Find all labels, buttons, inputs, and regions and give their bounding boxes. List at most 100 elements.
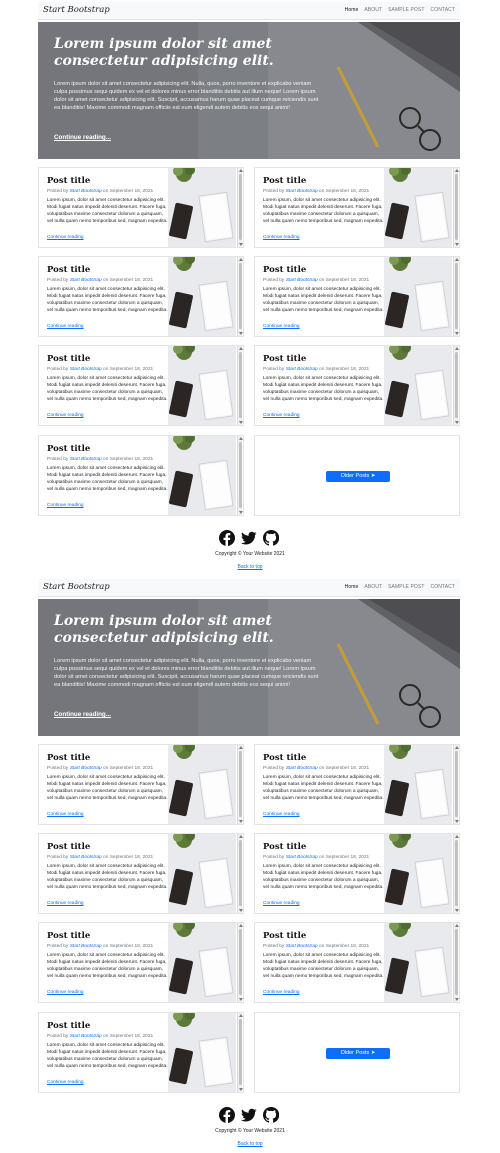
scroll-up-arrow-icon[interactable] (238, 258, 243, 261)
twitter-icon[interactable] (241, 1107, 257, 1123)
scrollbar-thumb[interactable] (238, 442, 242, 508)
post-continue-link[interactable]: Continue reading (47, 503, 84, 508)
scroll-up-arrow-icon[interactable] (238, 924, 243, 927)
post-continue-link[interactable]: Continue reading (263, 901, 300, 906)
navbar-brand[interactable]: Start Bootstrap (43, 5, 110, 15)
twitter-icon[interactable] (241, 530, 257, 546)
scrollbar-thumb[interactable] (238, 263, 242, 329)
card-scrollbar[interactable] (237, 257, 243, 336)
scroll-up-arrow-icon[interactable] (238, 835, 243, 838)
post-thumbnail[interactable] (384, 168, 452, 247)
scroll-up-arrow-icon[interactable] (238, 746, 243, 749)
post-thumbnail[interactable] (168, 923, 236, 1002)
card-scrollbar[interactable] (237, 923, 243, 1002)
card-scrollbar[interactable] (453, 745, 459, 824)
card-scrollbar[interactable] (237, 834, 243, 913)
post-continue-link[interactable]: Continue reading (263, 413, 300, 418)
post-title[interactable]: Post title (263, 176, 385, 187)
post-continue-link[interactable]: Continue reading (47, 413, 84, 418)
scrollbar-thumb[interactable] (454, 929, 458, 995)
post-thumbnail[interactable] (168, 346, 236, 425)
github-icon[interactable] (263, 530, 279, 546)
scrollbar-thumb[interactable] (238, 929, 242, 995)
post-title[interactable]: Post title (263, 265, 385, 276)
post-author-link[interactable]: Start Bootstrap (286, 367, 318, 372)
scrollbar-thumb[interactable] (454, 263, 458, 329)
post-thumbnail[interactable] (168, 1013, 236, 1092)
post-continue-link[interactable]: Continue reading (47, 901, 84, 906)
scrollbar-thumb[interactable] (238, 352, 242, 418)
hero-continue-link[interactable]: Continue reading... (54, 134, 111, 141)
scroll-up-arrow-icon[interactable] (454, 169, 459, 172)
hero-continue-link[interactable]: Continue reading... (54, 711, 111, 718)
post-author-link[interactable]: Start Bootstrap (70, 367, 102, 372)
post-title[interactable]: Post title (47, 1021, 169, 1032)
facebook-icon[interactable] (219, 530, 235, 546)
post-thumbnail[interactable] (168, 745, 236, 824)
post-author-link[interactable]: Start Bootstrap (70, 944, 102, 949)
scroll-up-arrow-icon[interactable] (454, 746, 459, 749)
post-title[interactable]: Post title (47, 265, 169, 276)
post-title[interactable]: Post title (263, 354, 385, 365)
scrollbar-thumb[interactable] (238, 1019, 242, 1085)
post-thumbnail[interactable] (384, 346, 452, 425)
scrollbar-thumb[interactable] (238, 840, 242, 906)
older-posts-button[interactable]: Older Posts ➤ (326, 471, 390, 482)
post-thumbnail[interactable] (384, 923, 452, 1002)
scroll-down-arrow-icon[interactable] (238, 421, 243, 424)
post-title[interactable]: Post title (263, 931, 385, 942)
post-thumbnail[interactable] (168, 436, 236, 515)
post-author-link[interactable]: Start Bootstrap (70, 1034, 102, 1039)
post-thumbnail[interactable] (168, 168, 236, 247)
post-continue-link[interactable]: Continue reading (47, 812, 84, 817)
post-thumbnail[interactable] (384, 257, 452, 336)
card-scrollbar[interactable] (453, 834, 459, 913)
facebook-icon[interactable] (219, 1107, 235, 1123)
post-title[interactable]: Post title (47, 753, 169, 764)
scroll-down-arrow-icon[interactable] (238, 998, 243, 1001)
post-continue-link[interactable]: Continue reading (263, 324, 300, 329)
post-author-link[interactable]: Start Bootstrap (286, 766, 318, 771)
nav-link-home[interactable]: Home (345, 7, 359, 13)
post-author-link[interactable]: Start Bootstrap (286, 278, 318, 283)
post-thumbnail[interactable] (168, 257, 236, 336)
post-title[interactable]: Post title (47, 176, 169, 187)
scroll-down-arrow-icon[interactable] (238, 243, 243, 246)
post-thumbnail[interactable] (384, 745, 452, 824)
scroll-down-arrow-icon[interactable] (454, 332, 459, 335)
scroll-down-arrow-icon[interactable] (454, 909, 459, 912)
post-title[interactable]: Post title (47, 444, 169, 455)
post-author-link[interactable]: Start Bootstrap (286, 944, 318, 949)
post-author-link[interactable]: Start Bootstrap (70, 189, 102, 194)
card-scrollbar[interactable] (237, 168, 243, 247)
post-continue-link[interactable]: Continue reading (47, 990, 84, 995)
post-author-link[interactable]: Start Bootstrap (286, 855, 318, 860)
post-continue-link[interactable]: Continue reading (47, 1080, 84, 1085)
scroll-down-arrow-icon[interactable] (238, 1088, 243, 1091)
scroll-up-arrow-icon[interactable] (238, 169, 243, 172)
scroll-down-arrow-icon[interactable] (454, 421, 459, 424)
card-scrollbar[interactable] (237, 346, 243, 425)
nav-link-about[interactable]: ABOUT (364, 7, 382, 13)
card-scrollbar[interactable] (237, 1013, 243, 1092)
card-scrollbar[interactable] (237, 436, 243, 515)
scrollbar-thumb[interactable] (238, 174, 242, 240)
scroll-up-arrow-icon[interactable] (238, 347, 243, 350)
nav-link-sample-post[interactable]: SAMPLE POST (388, 584, 424, 590)
nav-link-contact[interactable]: CONTACT (431, 7, 456, 13)
post-continue-link[interactable]: Continue reading (263, 235, 300, 240)
scroll-up-arrow-icon[interactable] (454, 924, 459, 927)
scroll-down-arrow-icon[interactable] (454, 820, 459, 823)
nav-link-contact[interactable]: CONTACT (431, 584, 456, 590)
back-to-top-link[interactable]: Back to top (0, 564, 500, 570)
post-author-link[interactable]: Start Bootstrap (70, 766, 102, 771)
navbar-brand[interactable]: Start Bootstrap (43, 582, 110, 592)
nav-link-sample-post[interactable]: SAMPLE POST (388, 7, 424, 13)
scroll-down-arrow-icon[interactable] (454, 998, 459, 1001)
card-scrollbar[interactable] (453, 168, 459, 247)
card-scrollbar[interactable] (453, 257, 459, 336)
post-continue-link[interactable]: Continue reading (47, 235, 84, 240)
post-continue-link[interactable]: Continue reading (263, 812, 300, 817)
post-thumbnail[interactable] (384, 834, 452, 913)
scroll-down-arrow-icon[interactable] (454, 243, 459, 246)
